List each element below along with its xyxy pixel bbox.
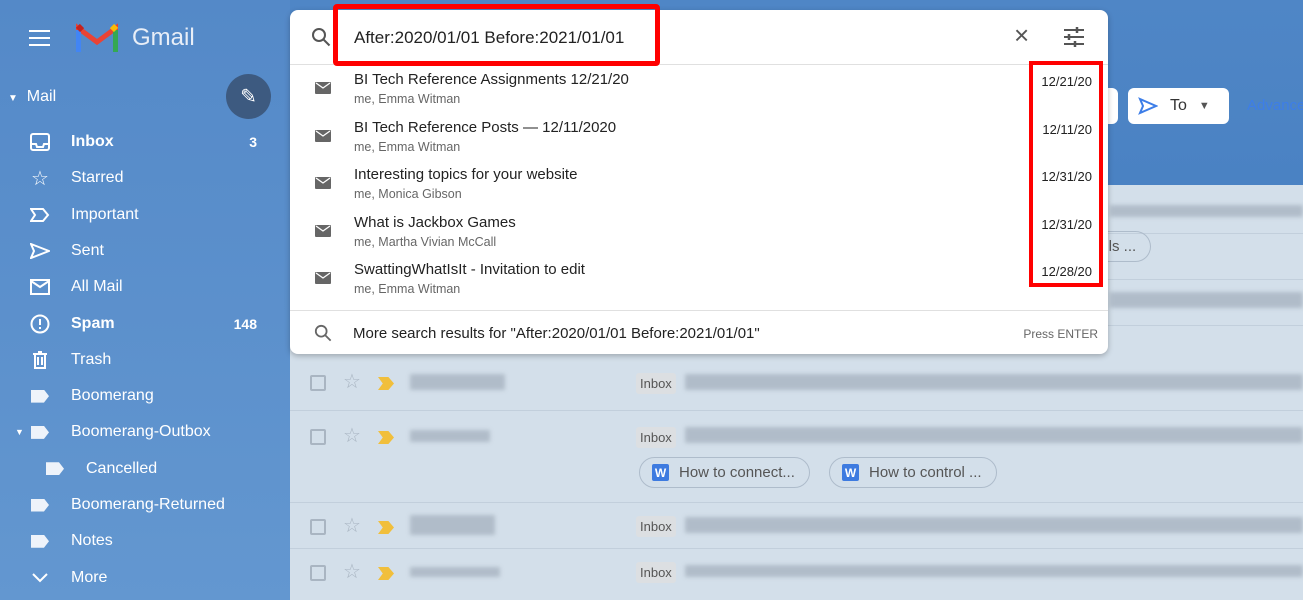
star-icon[interactable]: ☆ <box>343 426 361 446</box>
caret-down-icon: ▼ <box>1198 100 1210 112</box>
sidebar-item-boomerang[interactable]: Boomerang <box>0 378 290 414</box>
attachment-chip[interactable]: W How to control ... <box>829 457 997 488</box>
star-icon: ☆ <box>31 167 49 190</box>
label-icon <box>44 458 66 480</box>
sidebar-item-important[interactable]: Important <box>0 197 290 233</box>
table-row[interactable]: ☆ Inbox <box>290 503 1303 549</box>
row-checkbox[interactable] <box>310 519 326 535</box>
menu-icon[interactable] <box>29 30 50 46</box>
dates-highlight-box <box>1029 61 1103 287</box>
clear-search-icon[interactable]: × <box>1014 22 1029 48</box>
word-doc-icon: W <box>842 464 859 481</box>
envelope-icon <box>315 82 331 94</box>
more-search-results[interactable]: More search results for "After:2020/01/0… <box>290 310 1108 354</box>
envelope-icon <box>315 177 331 189</box>
important-icon <box>29 204 51 226</box>
sidebar-item-sent[interactable]: Sent <box>0 233 290 269</box>
mail-section-toggle[interactable]: ▼ Mail <box>8 88 56 106</box>
gmail-logo[interactable] <box>76 22 118 54</box>
label-icon <box>29 385 51 407</box>
sidebar-item-boomerang-outbox[interactable]: ▼ Boomerang-Outbox <box>0 414 290 450</box>
search-options-icon[interactable] <box>1063 27 1085 47</box>
trash-icon <box>29 349 51 371</box>
mail-icon <box>29 276 51 298</box>
important-marker-icon[interactable] <box>378 521 394 534</box>
label-icon <box>29 494 51 516</box>
inbox-label: Inbox <box>636 516 676 537</box>
search-suggestion[interactable]: Interesting topics for your website me, M… <box>290 161 1108 208</box>
sidebar-item-all-mail[interactable]: All Mail <box>0 269 290 305</box>
sidebar: Gmail ▼ Mail ✎ Inbox 3 ☆ Starred Important Se… <box>0 0 290 600</box>
compose-button[interactable]: ✎ <box>226 74 271 119</box>
star-icon[interactable]: ☆ <box>343 516 361 536</box>
sidebar-item-trash[interactable]: Trash <box>0 342 290 378</box>
label-icon <box>29 530 51 552</box>
search-suggestion[interactable]: SwattingWhatIsIt - Invitation to edit me,… <box>290 256 1108 303</box>
app-name: Gmail <box>132 24 195 51</box>
envelope-icon <box>315 272 331 284</box>
pencil-icon: ✎ <box>240 86 257 108</box>
sidebar-item-notes[interactable]: Notes <box>0 523 290 559</box>
query-highlight-box <box>333 4 660 66</box>
sidebar-item-more[interactable]: More <box>0 560 290 596</box>
label-icon <box>29 421 51 443</box>
sidebar-item-boomerang-returned[interactable]: Boomerang-Returned <box>0 487 290 523</box>
table-row[interactable]: ☆ Inbox <box>290 549 1303 600</box>
send-icon <box>29 240 51 262</box>
sidebar-item-starred[interactable]: ☆ Starred <box>0 160 290 196</box>
inbox-label: Inbox <box>636 373 676 394</box>
to-filter-button[interactable]: To ▼ <box>1128 88 1229 124</box>
envelope-icon <box>315 129 331 142</box>
search-suggestion[interactable]: BI Tech Reference Posts — 12/11/2020 me, … <box>290 114 1108 161</box>
important-marker-icon[interactable] <box>378 567 394 580</box>
unread-count: 3 <box>249 134 257 150</box>
sidebar-item-cancelled[interactable]: Cancelled <box>0 451 290 487</box>
inbox-label: Inbox <box>636 562 676 583</box>
important-marker-icon[interactable] <box>378 431 394 444</box>
expand-icon[interactable]: ▼ <box>15 427 24 437</box>
sidebar-item-inbox[interactable]: Inbox 3 <box>0 124 290 160</box>
search-suggestion[interactable]: What is Jackbox Games me, Martha Vivian M… <box>290 209 1108 256</box>
chevron-down-icon <box>29 567 51 589</box>
unread-count: 148 <box>233 315 257 332</box>
send-icon <box>1138 97 1158 115</box>
search-icon[interactable] <box>311 27 331 47</box>
row-checkbox[interactable] <box>310 375 326 391</box>
search-suggestion[interactable]: BI Tech Reference Assignments 12/21/20 me… <box>290 66 1108 113</box>
envelope-icon <box>315 224 331 237</box>
word-doc-icon: W <box>652 464 669 481</box>
inbox-label: Inbox <box>636 427 676 448</box>
table-row[interactable]: ☆ Inbox <box>290 356 1303 411</box>
attachment-chip[interactable]: W How to connect... <box>639 457 810 488</box>
row-checkbox[interactable] <box>310 429 326 445</box>
search-icon <box>314 324 332 342</box>
star-icon[interactable]: ☆ <box>343 562 361 582</box>
advanced-search-link[interactable]: Advanced search <box>1247 97 1303 114</box>
star-icon[interactable]: ☆ <box>343 372 361 392</box>
table-row[interactable]: ☆ Inbox W How to connect... W How to contr… <box>290 411 1303 503</box>
important-marker-icon[interactable] <box>378 377 394 390</box>
row-checkbox[interactable] <box>310 565 326 581</box>
inbox-icon <box>29 131 51 153</box>
sidebar-item-spam[interactable]: Spam 148 <box>0 306 290 342</box>
spam-icon <box>29 313 51 335</box>
